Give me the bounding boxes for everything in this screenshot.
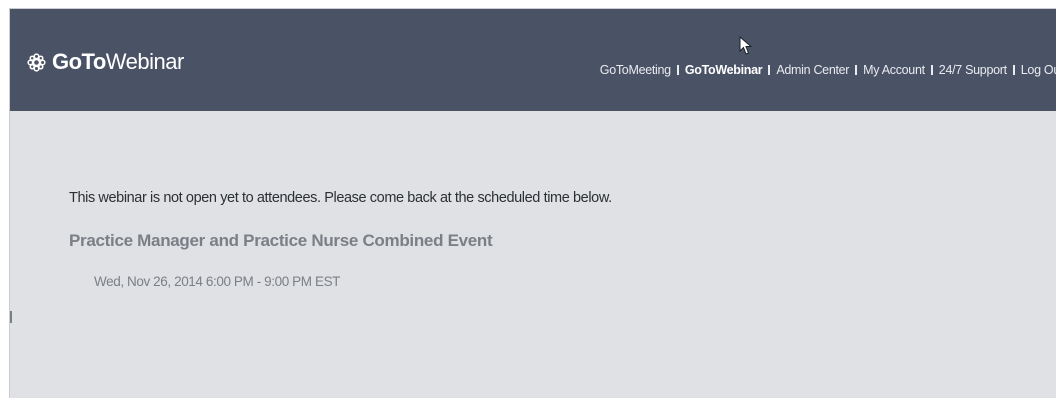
header-bar: GoTo Webinar GoToMeeting GoToWebinar Admi… bbox=[10, 9, 1056, 111]
top-nav: GoToMeeting GoToWebinar Admin Center My … bbox=[600, 63, 1056, 77]
edge-marker bbox=[10, 311, 12, 323]
nav-separator bbox=[768, 65, 771, 75]
event-title: Practice Manager and Practice Nurse Comb… bbox=[69, 231, 493, 250]
mouse-cursor-icon bbox=[739, 36, 753, 55]
nav-my-account[interactable]: My Account bbox=[863, 63, 925, 77]
nav-separator bbox=[930, 65, 933, 75]
main-content: This webinar is not open yet to attendee… bbox=[10, 111, 1056, 399]
nav-separator bbox=[855, 65, 858, 75]
nav-gotomeeting[interactable]: GoToMeeting bbox=[600, 63, 671, 77]
nav-admin-center[interactable]: Admin Center bbox=[776, 63, 849, 77]
brand-name-light: Webinar bbox=[105, 49, 185, 74]
app-window: GoTo Webinar GoToMeeting GoToWebinar Admi… bbox=[9, 8, 1056, 398]
nav-support[interactable]: 24/7 Support bbox=[939, 63, 1007, 77]
nav-separator bbox=[1012, 65, 1015, 75]
nav-separator bbox=[676, 65, 679, 75]
brand-logo[interactable]: GoTo Webinar bbox=[27, 49, 184, 75]
brand-name-bold: GoTo bbox=[52, 49, 106, 74]
gear-logo-icon bbox=[27, 52, 46, 72]
nav-log-out[interactable]: Log Ou bbox=[1021, 63, 1056, 77]
not-open-notice: This webinar is not open yet to attendee… bbox=[69, 190, 612, 206]
nav-gotowebinar[interactable]: GoToWebinar bbox=[685, 63, 763, 77]
event-datetime: Wed, Nov 26, 2014 6:00 PM - 9:00 PM EST bbox=[94, 274, 341, 289]
